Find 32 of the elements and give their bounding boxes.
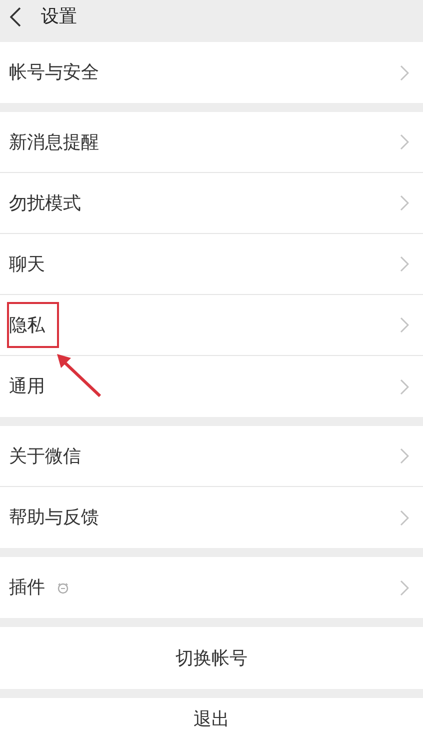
chevron-icon xyxy=(400,580,409,596)
chevron-icon xyxy=(400,64,409,80)
settings-row[interactable]: 聊天 xyxy=(0,234,423,295)
row-label: 帐号与安全 xyxy=(9,61,99,85)
settings-row[interactable]: 插件 xyxy=(0,557,423,618)
row-label: 隐私 xyxy=(9,314,45,338)
row-label: 新消息提醒 xyxy=(9,130,99,154)
settings-row[interactable]: 隐私 xyxy=(0,295,423,356)
chevron-icon xyxy=(400,256,409,272)
page-title: 设置 xyxy=(41,5,77,29)
action-button[interactable]: 退出 xyxy=(0,698,423,729)
settings-row[interactable]: 关于微信 xyxy=(0,426,423,487)
settings-row[interactable]: 通用 xyxy=(0,356,423,417)
arrow-drawing xyxy=(54,351,104,399)
chevron-icon xyxy=(400,448,409,464)
settings-row[interactable]: 帮助与反馈 xyxy=(0,487,423,548)
row-label: 帮助与反馈 xyxy=(9,506,99,530)
chevron-icon xyxy=(400,510,409,526)
chevron-icon xyxy=(400,195,409,211)
row-label: 通用 xyxy=(9,375,45,399)
back-icon[interactable] xyxy=(10,6,21,26)
settings-row[interactable]: 勿扰模式 xyxy=(0,173,423,234)
action-button[interactable]: 切换帐号 xyxy=(0,627,423,689)
settings-row[interactable]: 帐号与安全 xyxy=(0,42,423,103)
row-label: 聊天 xyxy=(9,252,45,276)
row-label: 插件 xyxy=(9,576,45,600)
row-label: 关于微信 xyxy=(9,444,81,468)
settings-row[interactable]: 新消息提醒 xyxy=(0,112,423,173)
row-label: 勿扰模式 xyxy=(9,192,81,216)
chevron-icon xyxy=(400,134,409,150)
chevron-icon xyxy=(400,378,409,394)
chevron-icon xyxy=(400,317,409,333)
